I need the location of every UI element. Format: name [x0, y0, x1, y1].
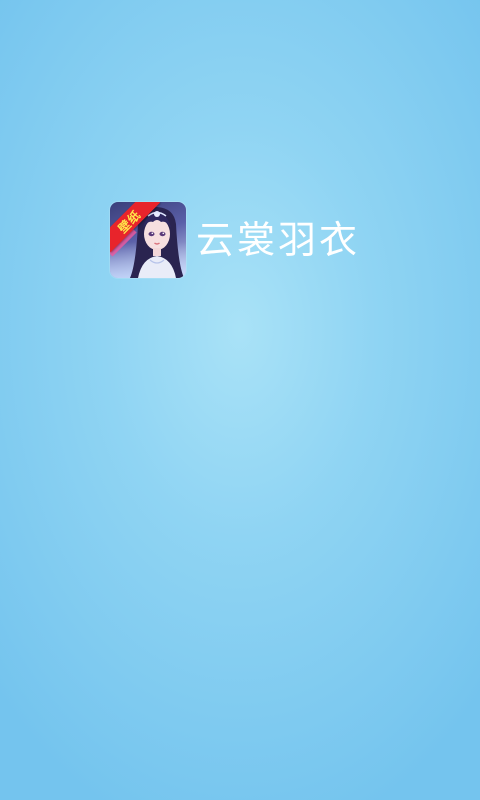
app-logo-icon: 壁纸	[110, 202, 186, 278]
brand-lockup: 壁纸 云裳羽衣	[110, 202, 360, 278]
splash-screen: 壁纸 云裳羽衣	[0, 0, 480, 800]
app-title: 云裳羽衣	[196, 218, 361, 262]
